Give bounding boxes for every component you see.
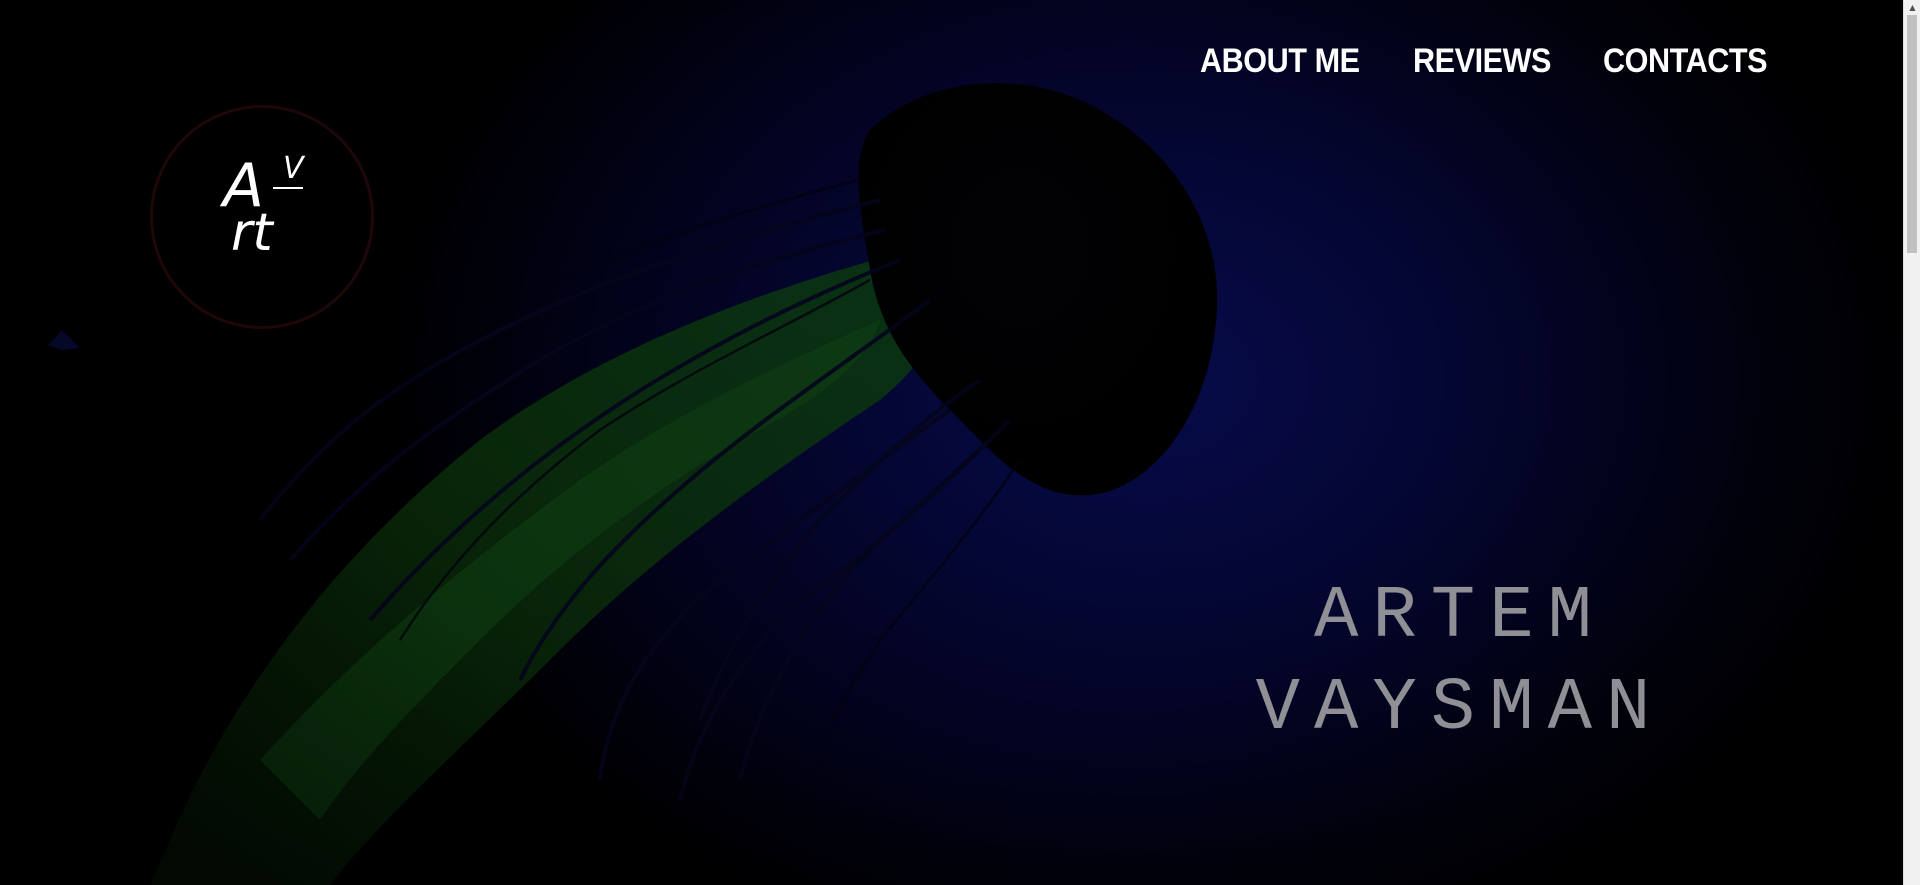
page: ABOUT ME REVIEWS CONTACTS A V rt ARTEM V…: [0, 0, 1920, 885]
nav-contacts[interactable]: CONTACTS: [1603, 42, 1768, 81]
scrollbar-thumb[interactable]: [1907, 15, 1917, 253]
vertical-scrollbar[interactable]: ▲: [1903, 0, 1920, 885]
main-nav: ABOUT ME REVIEWS CONTACTS: [1200, 42, 1785, 81]
nav-reviews[interactable]: REVIEWS: [1413, 42, 1551, 81]
logo[interactable]: A V rt: [150, 105, 374, 329]
logo-letters-rt: rt: [231, 203, 274, 263]
logo-letter-v: V: [283, 151, 306, 186]
nav-about-me[interactable]: ABOUT ME: [1200, 42, 1360, 81]
hero-first-name: ARTEM: [1313, 575, 1607, 659]
triangle-up-icon[interactable]: ▲: [1904, 0, 1920, 14]
hero-last-name: VAYSMAN: [1255, 667, 1665, 751]
